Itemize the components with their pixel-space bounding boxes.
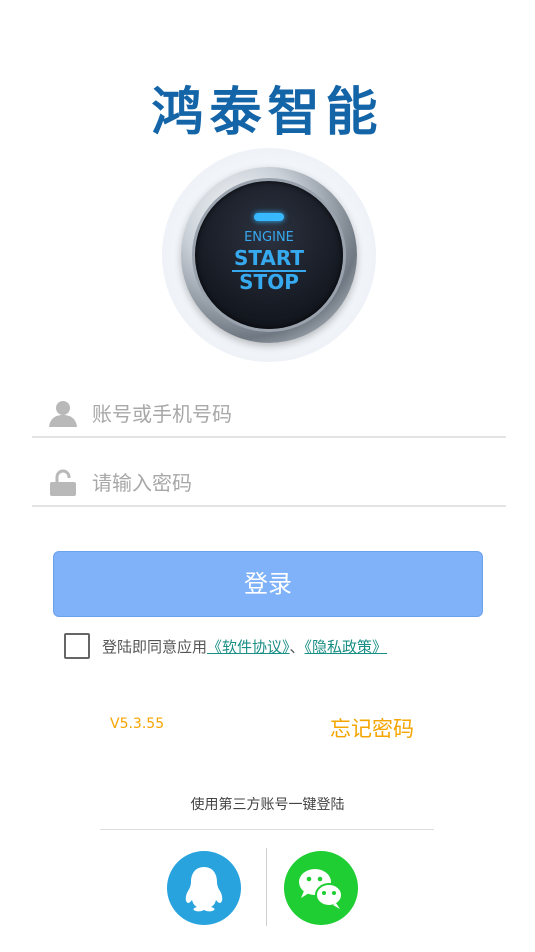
user-icon bbox=[49, 401, 77, 427]
engine-label: ENGINE bbox=[244, 230, 294, 245]
privacy-policy-link[interactable]: 《隐私政策》 bbox=[305, 638, 388, 656]
stop-label: STOP bbox=[239, 270, 299, 294]
engine-led-indicator bbox=[254, 213, 284, 221]
wechat-login-button[interactable] bbox=[284, 851, 358, 925]
password-field[interactable] bbox=[32, 461, 506, 507]
login-button[interactable]: 登录 bbox=[53, 551, 483, 617]
lock-icon bbox=[50, 469, 76, 496]
version-label: V5.3.55 bbox=[110, 716, 165, 732]
third-party-login-title: 使用第三方账号一键登陆 bbox=[190, 797, 345, 813]
start-label-text: START bbox=[231, 246, 307, 272]
forgot-password-link[interactable]: 忘记密码 bbox=[330, 713, 414, 743]
agreement-text: 登陆即同意应用《软件协议》、《隐私政策》 bbox=[102, 636, 387, 657]
divider-vertical bbox=[266, 848, 267, 926]
divider-horizontal bbox=[100, 829, 434, 830]
engine-start-stop-graphic: ENGINE START STOP bbox=[162, 148, 376, 362]
brand-logo: 鸿泰智能 bbox=[151, 83, 384, 143]
password-input[interactable] bbox=[90, 465, 494, 501]
software-agreement-link[interactable]: 《软件协议》 bbox=[207, 638, 290, 656]
agreement-row: 登陆即同意应用《软件协议》、《隐私政策》 bbox=[64, 633, 484, 659]
agreement-prefix: 登陆即同意应用 bbox=[102, 638, 208, 656]
qq-login-button[interactable] bbox=[167, 851, 241, 925]
start-label: START bbox=[162, 246, 376, 272]
agreement-separator: 、 bbox=[289, 638, 305, 656]
agreement-checkbox[interactable] bbox=[64, 633, 90, 659]
account-field[interactable] bbox=[32, 392, 506, 438]
account-input[interactable] bbox=[90, 396, 494, 432]
wechat-icon bbox=[299, 869, 343, 909]
qq-penguin-icon bbox=[185, 867, 223, 912]
